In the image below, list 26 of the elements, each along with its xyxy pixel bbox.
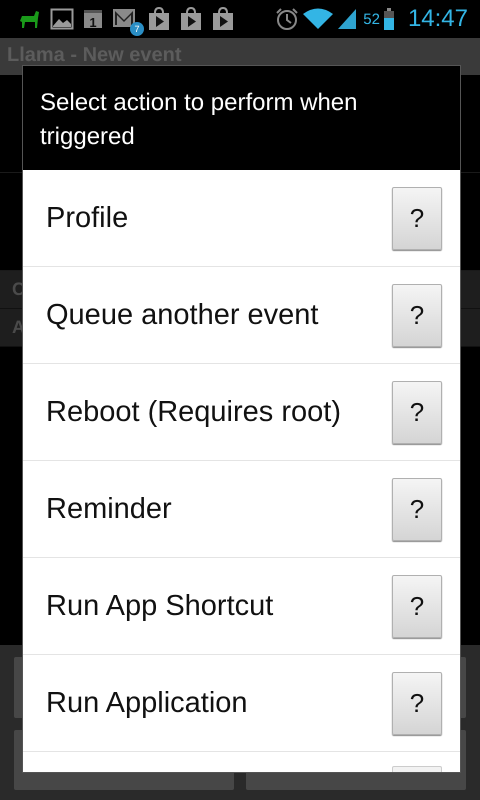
image-icon — [50, 8, 74, 30]
mail-icon — [112, 8, 136, 28]
list-item[interactable]: Reboot (Requires root) — [46, 393, 341, 431]
wifi-icon — [303, 8, 334, 30]
list-item[interactable]: Reminder — [46, 490, 172, 528]
count-badge: 7 — [130, 22, 144, 36]
help-button[interactable]: ? — [392, 672, 442, 734]
play-store-icon — [180, 7, 202, 31]
play-store-icon — [212, 7, 234, 31]
help-button[interactable]: ? — [392, 186, 442, 250]
dialog-title: Select action to perform when triggered — [40, 88, 358, 152]
list-item[interactable]: Profile — [46, 199, 128, 237]
calendar-icon: 1 — [84, 10, 102, 28]
clock: 14:47 — [408, 5, 468, 33]
list-item[interactable]: Queue another event — [46, 296, 318, 334]
list-item[interactable]: Run App Shortcut — [46, 587, 274, 625]
signal-icon — [337, 8, 358, 30]
alarm-icon — [275, 7, 300, 31]
battery-level: 52 — [363, 10, 380, 28]
play-store-icon — [148, 7, 170, 31]
help-button[interactable]: ? — [392, 284, 442, 346]
battery-icon — [384, 8, 394, 30]
list-item[interactable]: Run Application — [46, 684, 248, 722]
help-button[interactable]: ? — [392, 574, 442, 638]
help-button[interactable]: ? — [392, 380, 442, 444]
help-button[interactable]: ? — [392, 478, 442, 540]
